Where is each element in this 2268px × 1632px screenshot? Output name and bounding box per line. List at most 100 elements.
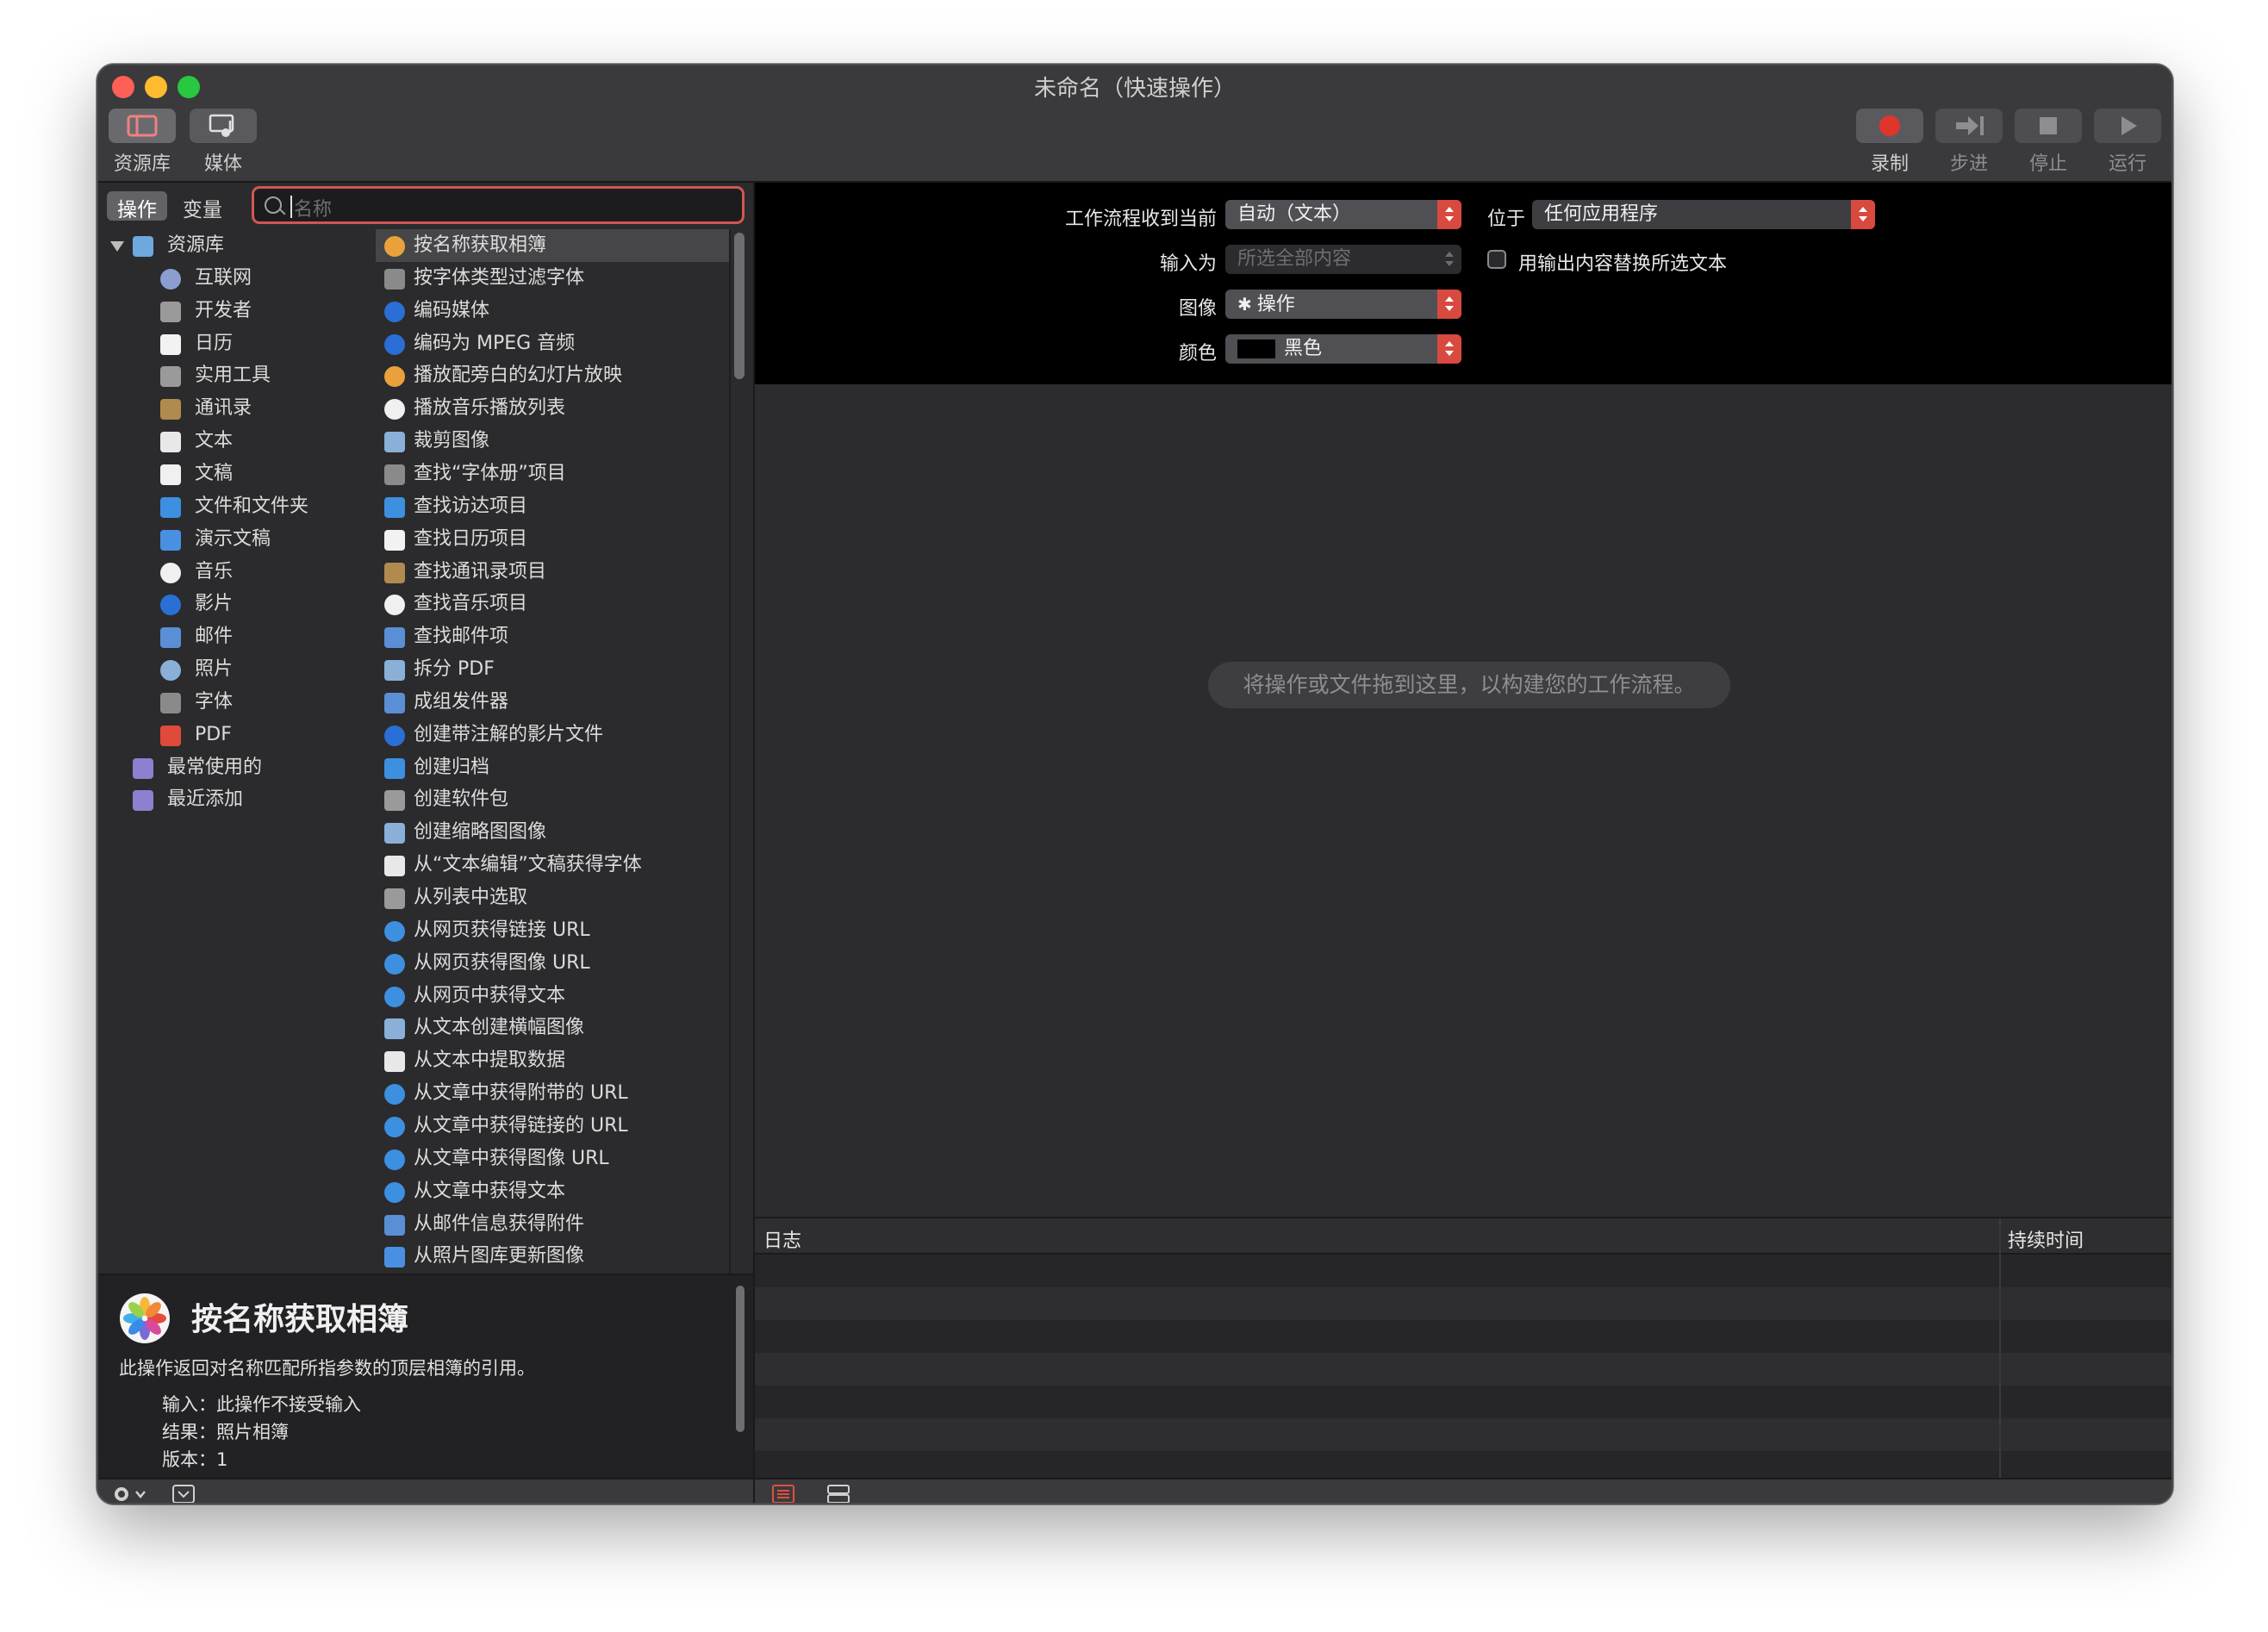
description-scrollbar[interactable]	[736, 1286, 745, 1432]
tools-icon	[160, 366, 181, 388]
show-description-button[interactable]	[171, 1483, 196, 1504]
action-item[interactable]: 从文本创建横幅图像	[376, 1012, 719, 1044]
action-item[interactable]: 查找邮件项	[376, 620, 719, 653]
calendar-icon	[160, 333, 181, 355]
action-item[interactable]: 从网页中获得文本	[376, 980, 719, 1012]
library-toggle-label: 资源库	[113, 153, 171, 175]
action-list: 按名称获取相簿 按字体类型过滤字体 编码媒体 编码为 MPEG 音频 播放配旁白的幻灯片…	[376, 229, 719, 1274]
library-toggle-button[interactable]: 资源库	[109, 109, 176, 176]
action-item[interactable]: 从文章中获得图像 URL	[376, 1143, 719, 1175]
action-item[interactable]: 查找访达项目	[376, 490, 719, 523]
category-item[interactable]: 邮件	[98, 620, 374, 653]
category-item[interactable]: 字体	[98, 686, 374, 719]
run-button[interactable]: 运行	[2094, 109, 2161, 176]
action-item[interactable]: 创建带注解的影片文件	[376, 719, 719, 751]
contacts-icon	[160, 399, 181, 420]
action-item[interactable]: 播放音乐播放列表	[376, 392, 719, 425]
color-popup[interactable]: 黑色	[1225, 334, 1461, 364]
action-list-scrollbar[interactable]	[734, 233, 745, 379]
category-item[interactable]: 资源库	[98, 229, 374, 262]
category-item[interactable]: 最常使用的	[98, 751, 374, 784]
input-is-popup[interactable]: 所选全部内容	[1225, 245, 1461, 274]
category-item[interactable]: 通讯录	[98, 392, 374, 425]
action-label: 从文章中获得附带的 URL	[414, 1082, 628, 1105]
category-item[interactable]: 文稿	[98, 458, 374, 490]
category-item[interactable]: 文件和文件夹	[98, 490, 374, 523]
step-button[interactable]: 步进	[1935, 109, 2003, 176]
action-item[interactable]: 创建缩略图图像	[376, 816, 719, 849]
action-item[interactable]: 按名称获取相簿	[376, 229, 719, 262]
action-item[interactable]: 从文章中获得文本	[376, 1175, 719, 1208]
preview-icon	[384, 823, 405, 844]
action-item[interactable]: 查找日历项目	[376, 523, 719, 556]
stop-button[interactable]: 停止	[2015, 109, 2082, 176]
result-key: 结果：	[162, 1422, 216, 1442]
receives-popup[interactable]: 自动（文本）	[1225, 200, 1461, 229]
category-item[interactable]: 照片	[98, 653, 374, 686]
action-item[interactable]: 从文章中获得附带的 URL	[376, 1077, 719, 1110]
disclosure-triangle-icon[interactable]	[110, 241, 124, 252]
action-item[interactable]: 拆分 PDF	[376, 653, 719, 686]
text-caret	[290, 196, 292, 218]
log-row	[755, 1386, 2171, 1418]
action-item[interactable]: 编码为 MPEG 音频	[376, 327, 719, 360]
action-item[interactable]: 查找“字体册”项目	[376, 458, 719, 490]
action-item[interactable]: 查找通讯录项目	[376, 556, 719, 589]
category-item[interactable]: 开发者	[98, 295, 374, 327]
action-item[interactable]: 从列表中选取	[376, 881, 719, 914]
category-item[interactable]: 音乐	[98, 556, 374, 589]
replace-selected-text-checkbox[interactable]	[1487, 250, 1506, 269]
category-item[interactable]: 文本	[98, 425, 374, 458]
list-view-button[interactable]	[770, 1483, 796, 1504]
gear-menu-button[interactable]	[112, 1483, 150, 1504]
category-item[interactable]: 影片	[98, 588, 374, 620]
log-column-header[interactable]: 日志	[763, 1225, 801, 1253]
image-popup[interactable]: ✱ 操作	[1225, 290, 1461, 319]
safari-icon	[384, 1084, 405, 1106]
action-item[interactable]: 成组发件器	[376, 686, 719, 719]
log-column-separator[interactable]	[1999, 1218, 2001, 1479]
action-item[interactable]: 编码媒体	[376, 295, 719, 327]
action-label: 播放音乐播放列表	[414, 397, 566, 420]
action-item[interactable]: 从文本中提取数据	[376, 1044, 719, 1077]
music-icon	[160, 562, 181, 583]
action-item[interactable]: 按字体类型过滤字体	[376, 262, 719, 295]
action-item[interactable]: 从网页获得图像 URL	[376, 947, 719, 980]
category-item[interactable]: 演示文稿	[98, 523, 374, 556]
tab-variables[interactable]: 变量	[172, 191, 233, 221]
record-button[interactable]: 录制	[1856, 109, 1923, 176]
action-item[interactable]: 创建归档	[376, 751, 719, 784]
category-item[interactable]: 日历	[98, 327, 374, 360]
application-popup[interactable]: 任何应用程序	[1532, 200, 1875, 229]
action-item[interactable]: 播放配旁白的幻灯片放映	[376, 359, 719, 392]
search-input[interactable]: 名称	[252, 186, 745, 224]
photos-icon	[384, 236, 405, 257]
action-item[interactable]: 从“文本编辑”文稿获得字体	[376, 849, 719, 881]
action-label: 从网页中获得文本	[414, 984, 566, 1006]
tab-actions[interactable]: 操作	[107, 191, 167, 221]
workflow-canvas[interactable]: 将操作或文件拖到这里，以构建您的工作流程。	[755, 384, 2171, 1217]
pdf-icon	[160, 725, 181, 746]
version-value: 1	[216, 1449, 228, 1470]
action-item[interactable]: 从文章中获得链接的 URL	[376, 1110, 719, 1143]
split-view-button[interactable]	[826, 1483, 851, 1504]
category-label: 音乐	[195, 560, 234, 582]
action-label: 从列表中选取	[414, 887, 528, 908]
category-item[interactable]: 实用工具	[98, 359, 374, 392]
category-item[interactable]: PDF	[98, 719, 374, 751]
action-label: 创建带注解的影片文件	[414, 723, 604, 745]
action-item[interactable]: 查找音乐项目	[376, 588, 719, 620]
duration-column-header[interactable]: 持续时间	[2008, 1225, 2084, 1253]
action-item[interactable]: 从网页获得链接 URL	[376, 914, 719, 947]
category-label: 文件和文件夹	[195, 495, 309, 517]
action-item[interactable]: 从照片图库更新图像	[376, 1240, 719, 1273]
action-item[interactable]: 裁剪图像	[376, 425, 719, 458]
category-item[interactable]: 最近添加	[98, 783, 374, 816]
action-item[interactable]: 从邮件信息获得附件	[376, 1208, 719, 1241]
action-item[interactable]: 创建软件包	[376, 783, 719, 816]
media-button[interactable]: 媒体	[190, 109, 257, 176]
action-label: 查找日历项目	[414, 527, 528, 550]
category-item[interactable]: 互联网	[98, 262, 374, 295]
category-label: 演示文稿	[195, 527, 271, 550]
popup-arrows-icon	[1437, 200, 1461, 229]
